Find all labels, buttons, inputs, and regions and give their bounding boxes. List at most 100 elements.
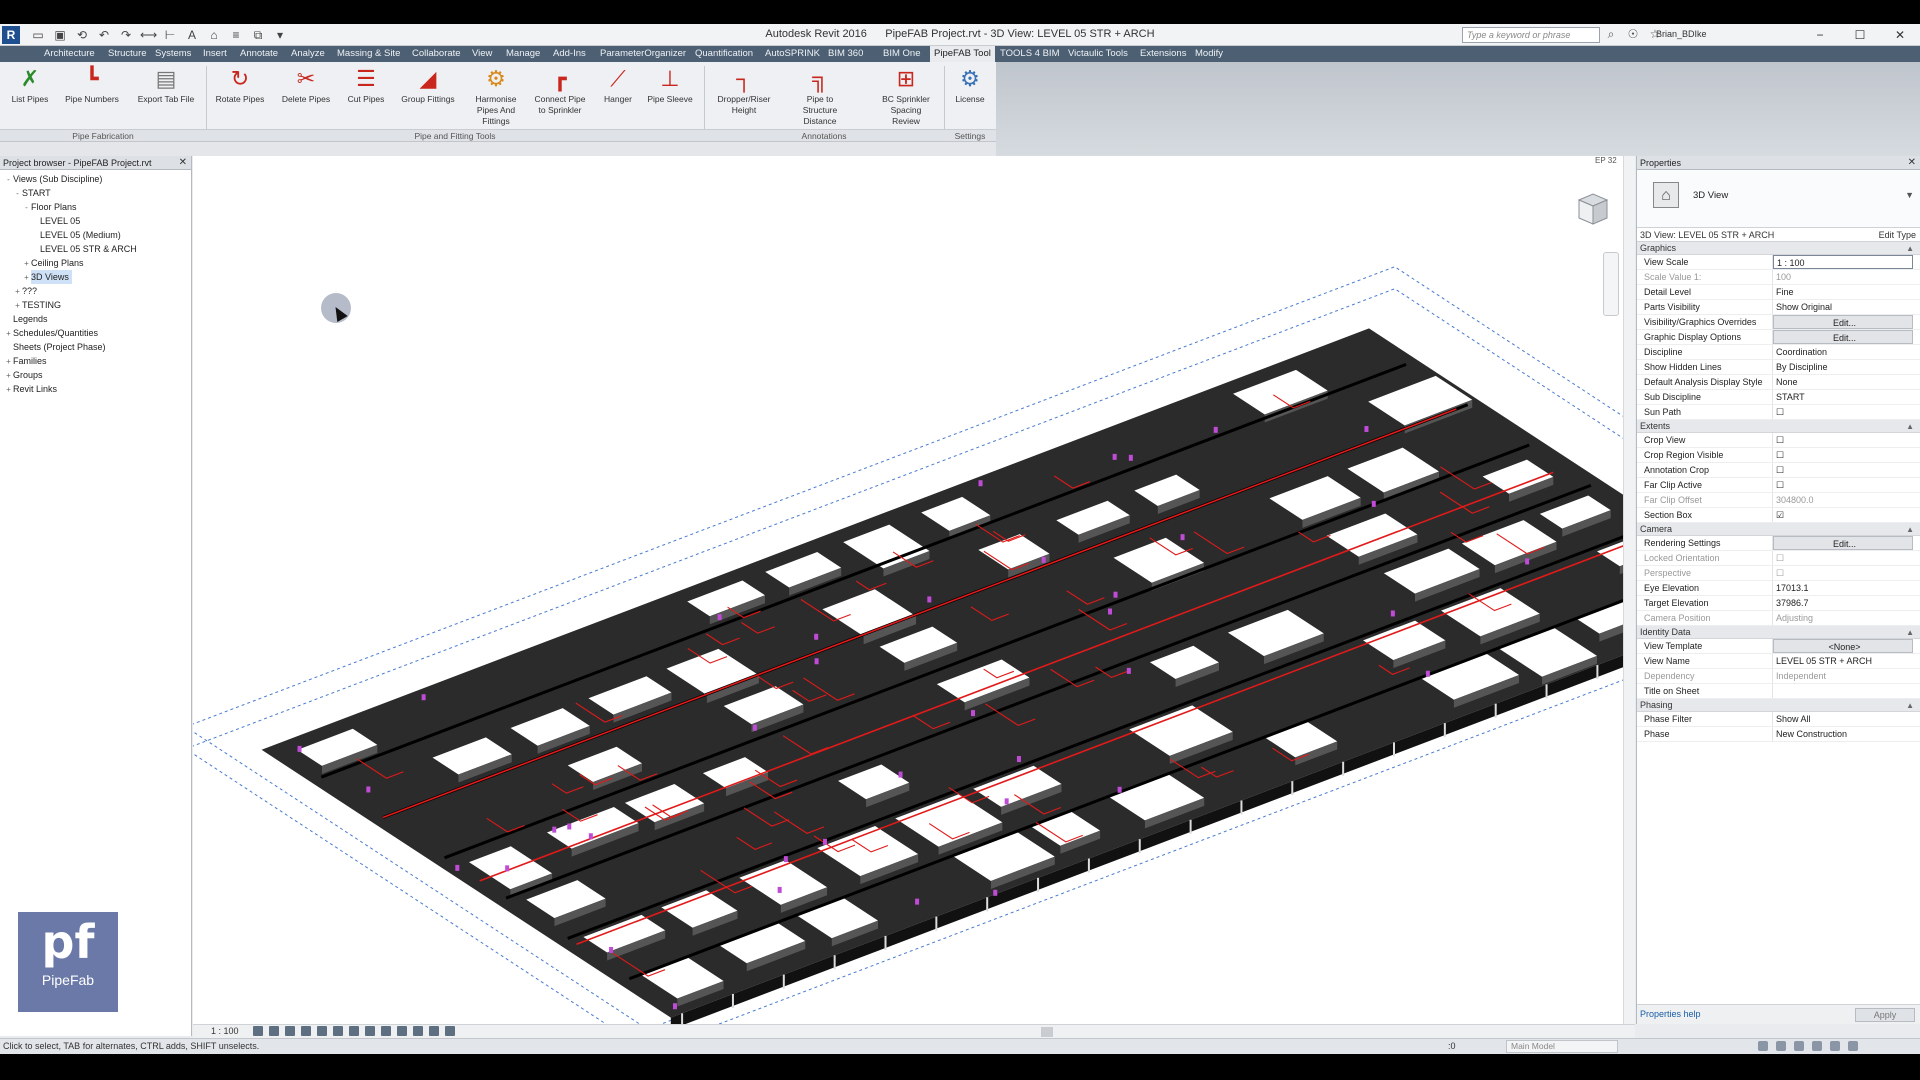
group-fittings-button[interactable]: ◢ Group Fittings	[398, 66, 458, 130]
property-value[interactable]: 17013.1	[1773, 581, 1913, 595]
browser-item[interactable]: LEVEL 05 STR & ARCH	[0, 242, 191, 256]
text-icon[interactable]: A	[184, 27, 200, 43]
viewcube[interactable]	[1571, 188, 1611, 228]
sync-icon[interactable]: ⟲	[74, 27, 90, 43]
measure-icon[interactable]: ⟷	[140, 27, 157, 43]
thin-lines-icon[interactable]: ≡	[228, 27, 244, 43]
expand-icon[interactable]: +	[22, 257, 31, 271]
detail-level-icon[interactable]	[253, 1026, 263, 1036]
export-tab-file-button[interactable]: ▤ Export Tab File	[136, 66, 196, 130]
redo-icon[interactable]: ↷	[118, 27, 134, 43]
tab-systems[interactable]: Systems	[151, 46, 195, 62]
visual-style-icon[interactable]	[269, 1026, 279, 1036]
tab-architecture[interactable]: Architecture	[40, 46, 99, 62]
cut-pipes-button[interactable]: ☰ Cut Pipes	[336, 66, 396, 130]
show-crop-icon[interactable]	[349, 1026, 359, 1036]
tab-structure[interactable]: Structure	[104, 46, 151, 62]
property-value[interactable]: ☐	[1773, 405, 1913, 419]
3d-viewport[interactable]: EP 32	[193, 156, 1635, 1024]
panel-settings[interactable]: Settings	[944, 130, 996, 142]
3d-view-icon[interactable]: ⌂	[206, 27, 222, 43]
tab-tools-4-bim[interactable]: TOOLS 4 BIM	[996, 46, 1063, 62]
apply-button[interactable]: Apply	[1855, 1008, 1915, 1022]
type-selector[interactable]: ⌂ 3D View ▼	[1637, 170, 1920, 228]
tab-add-ins[interactable]: Add-Ins	[549, 46, 590, 62]
undo-icon[interactable]: ↶	[96, 27, 112, 43]
reveal-hidden-icon[interactable]	[397, 1026, 407, 1036]
property-group-header[interactable]: Phasing ▲	[1637, 699, 1920, 712]
edit-type-button[interactable]: Edit Type	[1879, 228, 1916, 242]
browser-item[interactable]: + Revit Links	[0, 382, 191, 396]
tab-massing-site[interactable]: Massing & Site	[333, 46, 404, 62]
tab-collaborate[interactable]: Collaborate	[408, 46, 465, 62]
tab-manage[interactable]: Manage	[502, 46, 544, 62]
shadows-icon[interactable]	[301, 1026, 311, 1036]
expand-icon[interactable]: +	[4, 383, 13, 397]
property-value[interactable]: ☐	[1773, 478, 1913, 492]
collapse-icon[interactable]: ▲	[1906, 699, 1914, 712]
browser-item[interactable]: + TESTING	[0, 298, 191, 312]
property-value[interactable]: Coordination	[1773, 345, 1913, 359]
hide-isolate-icon[interactable]	[381, 1026, 391, 1036]
browser-item[interactable]: LEVEL 05 (Medium)	[0, 228, 191, 242]
property-value[interactable]: Show Original	[1773, 300, 1913, 314]
collapse-icon[interactable]: -	[4, 173, 13, 187]
rotate-pipes-button[interactable]: ↻ Rotate Pipes	[210, 66, 270, 130]
collapse-icon[interactable]: ▲	[1906, 523, 1914, 536]
navigation-bar[interactable]	[1603, 252, 1619, 316]
lock-view-icon[interactable]	[365, 1026, 375, 1036]
pipe-sleeve-button[interactable]: ⊥ Pipe Sleeve	[640, 66, 700, 130]
properties-help-link[interactable]: Properties help	[1640, 1009, 1701, 1019]
tab-pipefab-tool[interactable]: PipeFAB Tool	[930, 46, 995, 62]
collapse-icon[interactable]: -	[13, 187, 22, 201]
close-icon[interactable]: ✕	[1908, 156, 1916, 170]
property-value[interactable]: 37986.7	[1773, 596, 1913, 610]
panel-annotations[interactable]: Annotations	[704, 130, 944, 142]
property-value[interactable]: New Construction	[1773, 727, 1913, 741]
render-icon[interactable]	[317, 1026, 327, 1036]
collapse-icon[interactable]: ▲	[1906, 626, 1914, 639]
browser-item[interactable]: - Floor Plans	[0, 200, 191, 214]
property-edit-button[interactable]: Edit...	[1773, 315, 1913, 329]
browser-item[interactable]: +3D Views	[0, 270, 191, 284]
property-edit-button[interactable]: Edit...	[1773, 330, 1913, 344]
save-icon[interactable]: ▣	[52, 27, 68, 43]
view-scale[interactable]: 1 : 100	[211, 1026, 239, 1036]
tab-view[interactable]: View	[468, 46, 496, 62]
maximize-icon[interactable]: ☐	[1840, 24, 1880, 46]
property-group-header[interactable]: Extents ▲	[1637, 420, 1920, 433]
tab-analyze[interactable]: Analyze	[287, 46, 329, 62]
minimize-icon[interactable]: −	[1800, 24, 1840, 46]
property-value[interactable]: None	[1773, 375, 1913, 389]
browser-item[interactable]: Sheets (Project Phase)	[0, 340, 191, 354]
panel-pipe-fabrication[interactable]: Pipe Fabrication	[0, 130, 206, 142]
select-links-icon[interactable]	[1758, 1041, 1768, 1051]
close-icon[interactable]: ✕	[179, 156, 187, 170]
browser-item[interactable]: - START	[0, 186, 191, 200]
browser-item[interactable]: + Groups	[0, 368, 191, 382]
browser-item[interactable]: + Schedules/Quantities	[0, 326, 191, 340]
tab-bim-one[interactable]: BIM One	[879, 46, 925, 62]
connect-pipe-button[interactable]: ┏ Connect Pipe to Sprinkler	[530, 66, 590, 130]
tab-insert[interactable]: Insert	[199, 46, 231, 62]
user-account[interactable]: Brian_BDIke	[1656, 29, 1707, 39]
tab-modify[interactable]: Modify	[1191, 46, 1227, 62]
property-value[interactable]: LEVEL 05 STR + ARCH	[1773, 654, 1913, 668]
property-value[interactable]: ☐	[1773, 433, 1913, 447]
subscription-icon[interactable]: ☉	[1626, 27, 1640, 41]
filter-icon[interactable]	[1848, 1041, 1858, 1051]
harmonise-pipes-button[interactable]: ⚙ Harmonise Pipes And Fittings	[466, 66, 526, 130]
browser-item[interactable]: +???	[0, 284, 191, 298]
horizontal-scrollbar-thumb[interactable]	[1041, 1027, 1053, 1037]
close-icon[interactable]: ✕	[1880, 24, 1920, 46]
property-value[interactable]: 1 : 100	[1773, 255, 1913, 269]
license-button[interactable]: ⚙ License	[940, 66, 1000, 130]
dimension-icon[interactable]: ⊢	[162, 27, 178, 43]
property-value[interactable]: By Discipline	[1773, 360, 1913, 374]
analytical-model-icon[interactable]	[429, 1026, 439, 1036]
building-model[interactable]	[193, 156, 1623, 1024]
expand-icon[interactable]: +	[22, 271, 31, 285]
open-icon[interactable]: ▭	[30, 27, 46, 43]
help-search-input[interactable]: Type a keyword or phrase	[1462, 27, 1600, 43]
tab-extensions[interactable]: Extensions	[1136, 46, 1190, 62]
